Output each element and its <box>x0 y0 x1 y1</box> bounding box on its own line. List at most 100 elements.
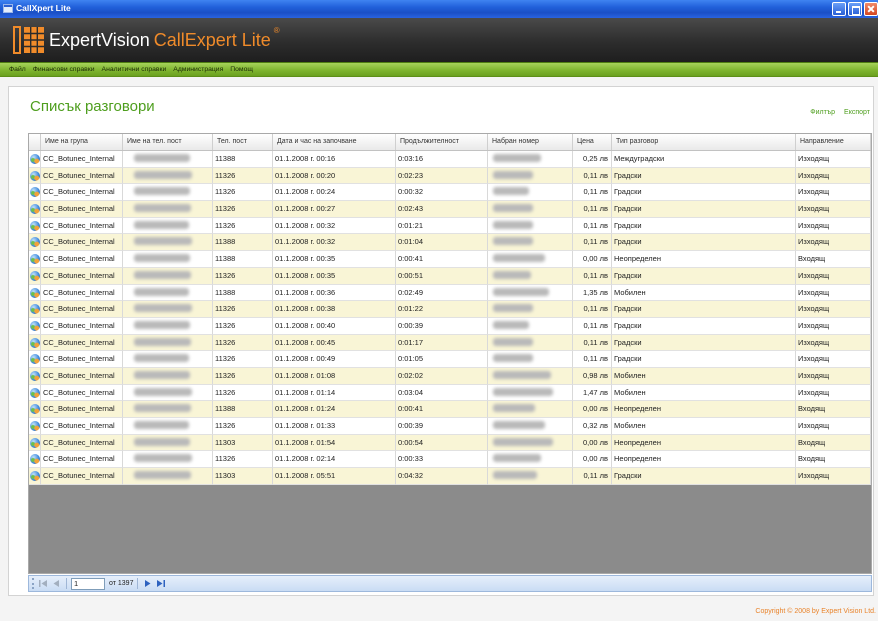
blurred-station-name <box>134 387 192 396</box>
copyright-notice: Copyright © 2008 by Expert Vision Ltd. <box>755 608 876 615</box>
cell-start-datetime: 01.1.2008 г. 01:54 <box>273 434 396 452</box>
first-page-icon[interactable] <box>38 579 48 588</box>
toolbar-grip[interactable] <box>32 578 34 589</box>
header-direction[interactable]: Направление <box>796 134 871 150</box>
cell-start-datetime: 01.1.2008 г. 00:35 <box>273 267 396 285</box>
cell-call-type: Градски <box>612 217 796 235</box>
cell-start-datetime: 01.1.2008 г. 00:16 <box>273 151 396 168</box>
last-page-icon[interactable] <box>156 579 166 588</box>
table-row[interactable]: CC_Botunec_Internal 11388 01.1.2008 г. 00:… <box>29 251 871 268</box>
cell-extension: 11326 <box>213 217 273 235</box>
menu-file[interactable]: Файл <box>9 66 26 73</box>
header-start-datetime[interactable]: Дата и час на започване <box>273 134 396 150</box>
cell-extension: 11326 <box>213 267 273 285</box>
header-station-name[interactable]: Име на тел. пост <box>123 134 213 150</box>
cell-call-type: Градски <box>612 201 796 218</box>
cell-price: 0,11 лв <box>573 217 612 235</box>
maximize-icon[interactable] <box>848 2 862 16</box>
globe-icon <box>30 237 40 248</box>
cell-call-type: Градски <box>612 267 796 285</box>
cell-dialed-number <box>488 434 573 452</box>
header-price[interactable]: Цена <box>573 134 612 150</box>
cell-station-name <box>123 384 213 402</box>
cell-start-datetime: 01.1.2008 г. 01:33 <box>273 418 396 435</box>
table-row[interactable]: CC_Botunec_Internal 11326 01.1.2008 г. 01:… <box>29 367 871 385</box>
cell-start-datetime: 01.1.2008 г. 00:24 <box>273 184 396 202</box>
cell-start-datetime: 01.1.2008 г. 00:20 <box>273 167 396 185</box>
header-duration[interactable]: Продължителност <box>396 134 488 150</box>
cell-call-type: Градски <box>612 334 796 352</box>
table-row[interactable]: CC_Botunec_Internal 11326 01.1.2008 г. 00:… <box>29 217 871 235</box>
pager-separator <box>66 578 67 589</box>
table-row[interactable]: CC_Botunec_Internal 11326 01.1.2008 г. 00:… <box>29 167 871 185</box>
table-row[interactable]: CC_Botunec_Internal 11326 01.1.2008 г. 00:… <box>29 334 871 352</box>
blurred-station-name <box>134 154 190 163</box>
table-row[interactable]: CC_Botunec_Internal 11303 01.1.2008 г. 01:… <box>29 434 871 452</box>
pager-separator <box>137 578 139 589</box>
cell-price: 0,25 лв <box>573 151 612 168</box>
table-row[interactable]: CC_Botunec_Internal 11388 01.1.2008 г. 00:… <box>29 234 871 252</box>
table-row[interactable]: CC_Botunec_Internal 11326 01.1.2008 г. 00:… <box>29 317 871 335</box>
menu-financial-reports[interactable]: Финансови справки <box>33 66 95 73</box>
cell-start-datetime: 01.1.2008 г. 00:32 <box>273 217 396 235</box>
filter-link[interactable]: Филтър <box>810 109 835 116</box>
globe-icon <box>30 254 40 265</box>
cell-price: 1,35 лв <box>573 284 612 302</box>
globe-icon <box>30 187 40 198</box>
header-extension[interactable]: Тел. пост <box>213 134 273 150</box>
close-icon[interactable] <box>864 2 878 16</box>
cell-station-name <box>123 251 213 268</box>
page-number-input[interactable] <box>71 577 105 590</box>
cell-station-name <box>123 184 213 202</box>
cell-duration: 0:02:02 <box>396 367 488 385</box>
cell-extension: 11388 <box>213 234 273 252</box>
cell-station-name <box>123 151 213 168</box>
table-row[interactable]: CC_Botunec_Internal 11388 01.1.2008 г. 00:… <box>29 284 871 302</box>
content-area: Списък разговори Филтър Експорт Име на г… <box>0 77 878 621</box>
cell-group-name: CC_Botunec_Internal <box>41 401 123 418</box>
table-row[interactable]: CC_Botunec_Internal 11326 01.1.2008 г. 00:… <box>29 351 871 368</box>
cell-dialed-number <box>488 418 573 435</box>
table-row[interactable]: CC_Botunec_Internal 11326 01.1.2008 г. 00:… <box>29 267 871 285</box>
cell-dialed-number <box>488 217 573 235</box>
cell-start-datetime: 01.1.2008 г. 00:36 <box>273 284 396 302</box>
cell-station-name <box>123 284 213 302</box>
table-row[interactable]: CC_Botunec_Internal 11388 01.1.2008 г. 00:… <box>29 151 871 168</box>
cell-station-name <box>123 217 213 235</box>
table-row[interactable]: CC_Botunec_Internal 11326 01.1.2008 г. 00:… <box>29 184 871 202</box>
export-link[interactable]: Експорт <box>844 109 870 116</box>
cell-extension: 11326 <box>213 317 273 335</box>
table-row[interactable]: CC_Botunec_Internal 11326 01.1.2008 г. 02:… <box>29 451 871 469</box>
menu-analytical-reports[interactable]: Аналитични справки <box>102 66 167 73</box>
cell-group-name: CC_Botunec_Internal <box>41 251 123 268</box>
cell-duration: 0:00:33 <box>396 451 488 469</box>
blurred-station-name <box>134 320 190 329</box>
cell-group-name: CC_Botunec_Internal <box>41 468 123 485</box>
next-page-icon[interactable] <box>142 579 152 588</box>
table-row[interactable]: CC_Botunec_Internal 11326 01.1.2008 г. 01:… <box>29 384 871 402</box>
table-row[interactable]: CC_Botunec_Internal 11326 01.1.2008 г. 00:… <box>29 201 871 218</box>
header-dialed-number[interactable]: Набран номер <box>488 134 573 150</box>
header-group-name[interactable]: Име на група <box>41 134 123 150</box>
globe-icon <box>30 320 40 331</box>
cell-call-type: Мобилен <box>612 418 796 435</box>
cell-station-name <box>123 267 213 285</box>
cell-price: 0,00 лв <box>573 434 612 452</box>
header-call-type[interactable]: Тип разговор <box>612 134 796 150</box>
window-titlebar[interactable]: CallXpert Lite <box>0 0 878 18</box>
cell-group-name: CC_Botunec_Internal <box>41 217 123 235</box>
cell-station-name <box>123 167 213 185</box>
table-row[interactable]: CC_Botunec_Internal 11326 01.1.2008 г. 01:… <box>29 418 871 435</box>
menu-help[interactable]: Помощ <box>230 66 253 73</box>
menu-administration[interactable]: Администрация <box>173 66 223 73</box>
cell-duration: 0:02:43 <box>396 201 488 218</box>
cell-direction: Изходящ <box>796 234 871 252</box>
cell-price: 0,00 лв <box>573 251 612 268</box>
table-row[interactable]: CC_Botunec_Internal 11388 01.1.2008 г. 01:… <box>29 401 871 418</box>
prev-page-icon[interactable] <box>52 579 62 588</box>
minimize-icon[interactable] <box>832 2 846 16</box>
table-row[interactable]: CC_Botunec_Internal 11303 01.1.2008 г. 05:… <box>29 468 871 485</box>
cell-dialed-number <box>488 468 573 485</box>
cell-duration: 0:00:51 <box>396 267 488 285</box>
table-row[interactable]: CC_Botunec_Internal 11326 01.1.2008 г. 00:… <box>29 301 871 318</box>
